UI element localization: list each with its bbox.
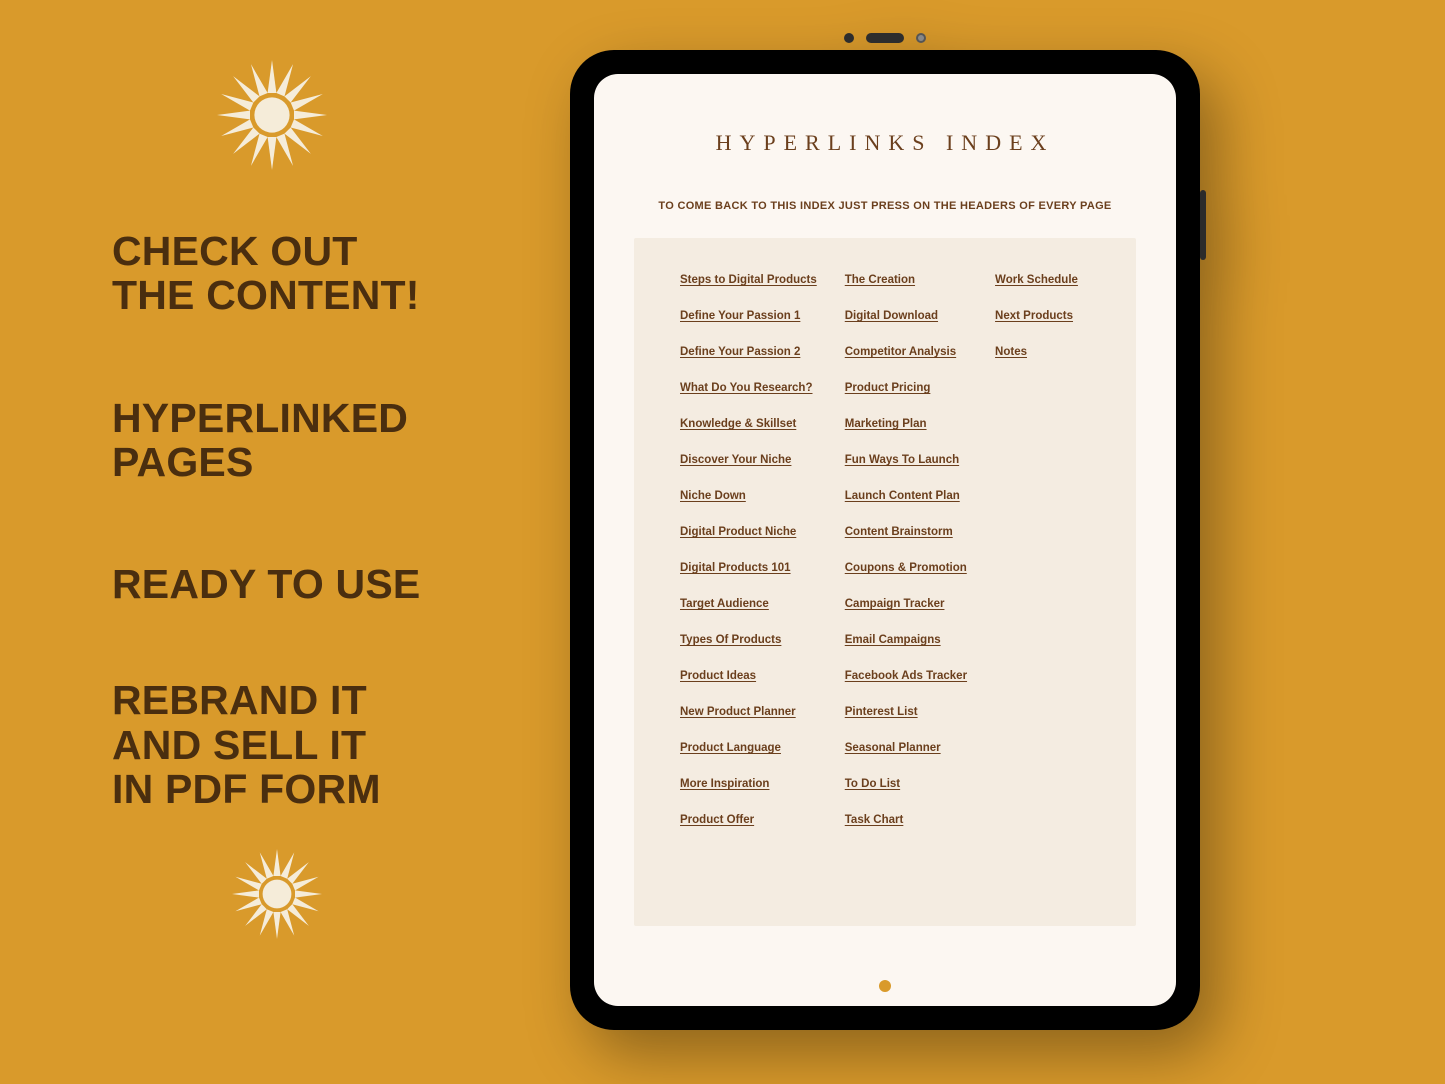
index-link[interactable]: Digital Download <box>845 310 967 322</box>
index-link[interactable]: Competitor Analysis <box>845 346 967 358</box>
tagline-4-line3: IN PDF FORM <box>112 767 512 811</box>
sun-icon <box>232 849 512 944</box>
tagline-2: HYPERLINKED PAGES <box>112 396 512 485</box>
index-link[interactable]: To Do List <box>845 778 967 790</box>
index-link[interactable]: Fun Ways To Launch <box>845 454 967 466</box>
page-title: HYPERLINKS INDEX <box>634 130 1136 156</box>
tagline-4-line1: REBRAND IT <box>112 678 512 722</box>
index-link[interactable]: Niche Down <box>680 490 817 502</box>
index-link[interactable]: Coupons & Promotion <box>845 562 967 574</box>
index-link[interactable]: Product Ideas <box>680 670 817 682</box>
index-link[interactable]: Define Your Passion 2 <box>680 346 817 358</box>
index-link[interactable]: Product Offer <box>680 814 817 826</box>
page-subtitle: TO COME BACK TO THIS INDEX JUST PRESS ON… <box>634 200 1136 212</box>
index-link[interactable]: Task Chart <box>845 814 967 826</box>
tagline-2-line1: HYPERLINKED <box>112 396 512 440</box>
index-link[interactable]: Digital Product Niche <box>680 526 817 538</box>
index-link[interactable]: Facebook Ads Tracker <box>845 670 967 682</box>
index-link[interactable]: Notes <box>995 346 1106 358</box>
index-panel: Steps to Digital Products Define Your Pa… <box>634 238 1136 926</box>
index-link[interactable]: Seasonal Planner <box>845 742 967 754</box>
index-link[interactable]: Product Pricing <box>845 382 967 394</box>
index-link[interactable]: Marketing Plan <box>845 418 967 430</box>
index-link[interactable]: New Product Planner <box>680 706 817 718</box>
index-link[interactable]: Content Brainstorm <box>845 526 967 538</box>
index-link[interactable]: Define Your Passion 1 <box>680 310 817 322</box>
sun-icon <box>217 60 512 175</box>
marketing-copy: CHECK OUT THE CONTENT! HYPERLINKED PAGES… <box>112 60 512 944</box>
tablet-screen: HYPERLINKS INDEX TO COME BACK TO THIS IN… <box>594 74 1176 1006</box>
tagline-4: REBRAND IT AND SELL IT IN PDF FORM <box>112 678 512 811</box>
tablet-side-button <box>1200 190 1206 260</box>
index-link[interactable]: Launch Content Plan <box>845 490 967 502</box>
tagline-4-line2: AND SELL IT <box>112 723 512 767</box>
document-page: HYPERLINKS INDEX TO COME BACK TO THIS IN… <box>594 74 1176 1006</box>
tagline-1: CHECK OUT THE CONTENT! <box>112 229 512 318</box>
tagline-2-line2: PAGES <box>112 440 512 484</box>
index-link[interactable]: Target Audience <box>680 598 817 610</box>
index-link[interactable]: More Inspiration <box>680 778 817 790</box>
index-link[interactable]: Types Of Products <box>680 634 817 646</box>
index-link[interactable]: What Do You Research? <box>680 382 817 394</box>
index-link[interactable]: Email Campaigns <box>845 634 967 646</box>
index-link[interactable]: Knowledge & Skillset <box>680 418 817 430</box>
tablet-camera-cluster <box>844 26 926 50</box>
index-link[interactable]: Digital Products 101 <box>680 562 817 574</box>
index-link[interactable]: Work Schedule <box>995 274 1106 286</box>
tablet-mockup: HYPERLINKS INDEX TO COME BACK TO THIS IN… <box>570 50 1200 1030</box>
index-link[interactable]: The Creation <box>845 274 967 286</box>
index-link[interactable]: Product Language <box>680 742 817 754</box>
tagline-3-line1: READY TO USE <box>112 562 512 606</box>
tagline-1-line1: CHECK OUT <box>112 229 512 273</box>
tagline-3: READY TO USE <box>112 562 512 606</box>
index-link[interactable]: Campaign Tracker <box>845 598 967 610</box>
index-link[interactable]: Next Products <box>995 310 1106 322</box>
tablet-bezel: HYPERLINKS INDEX TO COME BACK TO THIS IN… <box>570 50 1200 1030</box>
index-link[interactable]: Discover Your Niche <box>680 454 817 466</box>
index-link[interactable]: Steps to Digital Products <box>680 274 817 286</box>
index-column-2: The Creation Digital Download Competitor… <box>845 274 967 826</box>
home-indicator-icon <box>879 980 891 992</box>
index-column-3: Work Schedule Next Products Notes <box>995 274 1106 826</box>
index-link[interactable]: Pinterest List <box>845 706 967 718</box>
index-column-1: Steps to Digital Products Define Your Pa… <box>680 274 817 826</box>
tagline-1-line2: THE CONTENT! <box>112 273 512 317</box>
